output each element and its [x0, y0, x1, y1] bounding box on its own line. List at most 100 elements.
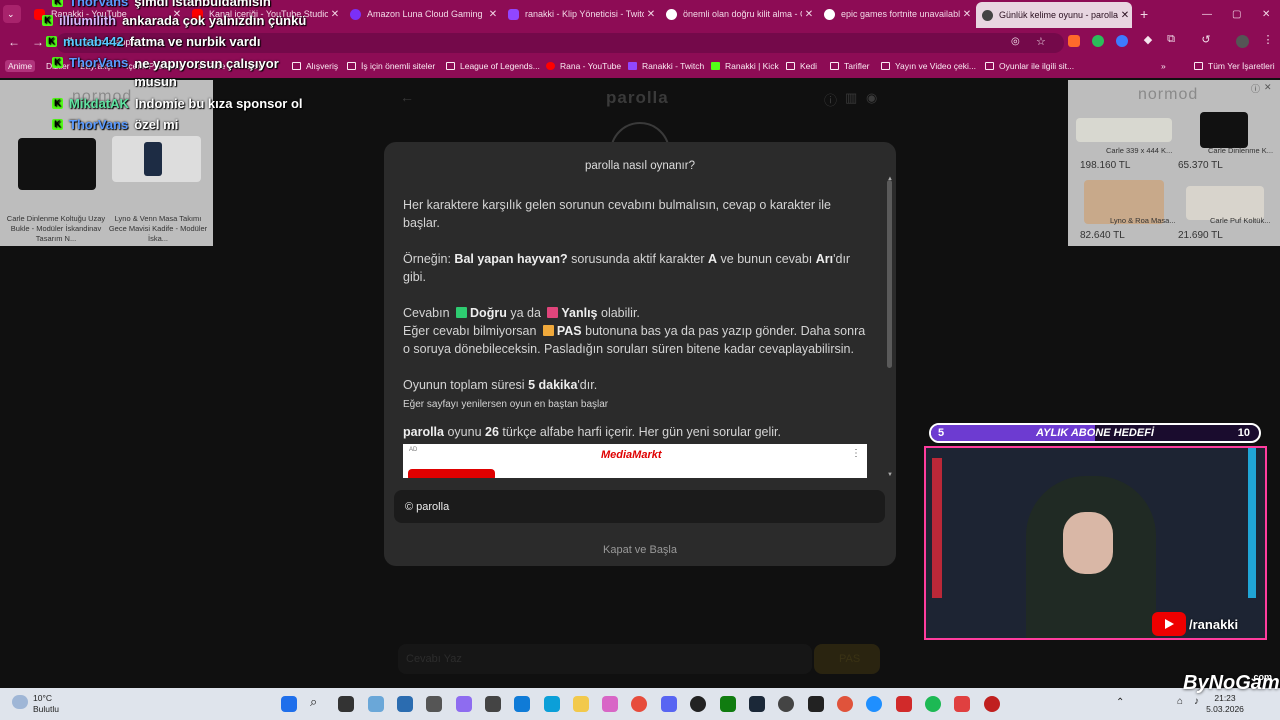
tray-chevron-icon[interactable]: ⌃	[1116, 697, 1124, 708]
stats-icon[interactable]: ▥	[845, 90, 857, 106]
google-icon	[666, 8, 677, 20]
search-icon[interactable]: ⌕	[310, 694, 326, 710]
task-view-icon[interactable]	[338, 696, 354, 712]
extension-icon[interactable]	[1116, 35, 1128, 47]
back-arrow-icon[interactable]: ←	[400, 89, 414, 105]
twitch-icon	[508, 8, 519, 20]
app-icon[interactable]	[602, 696, 618, 712]
bookmark-ranakki-kick[interactable]: Ranakki | Kick	[711, 61, 779, 71]
volume-icon[interactable]: ♪	[1194, 696, 1199, 707]
xbox-icon[interactable]	[720, 696, 736, 712]
chrome-icon[interactable]	[631, 696, 647, 712]
user-icon[interactable]: ◉	[866, 90, 877, 106]
close-window-button[interactable]: ✕	[1256, 3, 1274, 25]
product-name[interactable]: Carle Dinlenme K...	[1208, 146, 1273, 156]
close-icon[interactable]: ✕	[1118, 10, 1132, 21]
pass-button[interactable]: PAS	[814, 644, 880, 674]
app-icon[interactable]	[544, 696, 560, 712]
product-name[interactable]: Carle Dinlenme Koltuğu Uzay Bukle - Modü…	[4, 214, 108, 244]
info-icon[interactable]: ⓘ	[824, 90, 837, 109]
start-icon[interactable]	[281, 696, 297, 712]
minimize-button[interactable]: —	[1196, 3, 1214, 25]
product-name[interactable]: Carle Puf Koltük...	[1210, 216, 1270, 226]
extension-icon[interactable]	[1092, 35, 1104, 47]
bookmark-ranakki-twitch[interactable]: Ranakki - Twitch	[628, 61, 704, 71]
scrollbar[interactable]	[887, 180, 892, 368]
twitch-icon	[628, 62, 637, 70]
neon-light-right	[1248, 448, 1256, 598]
close-icon[interactable]: ✕	[1264, 82, 1272, 93]
bookmark-kedi[interactable]: Kedi	[786, 61, 817, 71]
forward-icon[interactable]: →	[30, 35, 46, 49]
close-and-start-button[interactable]: Kapat ve Başla	[384, 544, 896, 556]
close-icon[interactable]: ✕	[644, 9, 658, 20]
close-icon[interactable]: ✕	[802, 9, 816, 20]
epic-games-icon[interactable]	[808, 696, 824, 712]
close-icon[interactable]: ✕	[960, 9, 974, 20]
bookmark-all[interactable]: Tüm Yer İşaretleri	[1194, 61, 1275, 71]
bookmark-lol[interactable]: League of Legends...	[446, 61, 540, 71]
app-icon[interactable]	[368, 696, 384, 712]
app-icon[interactable]	[485, 696, 501, 712]
app-icon[interactable]	[866, 696, 882, 712]
plus-icon: +	[1140, 6, 1149, 22]
product-name[interactable]: Lyno & Venn Masa Takımı Gece Mavisi Kadi…	[108, 214, 208, 244]
weather-desc[interactable]: Bulutlu	[33, 704, 59, 714]
extension-icon[interactable]	[1068, 35, 1080, 47]
app-icon[interactable]	[896, 696, 912, 712]
bookmark-oyunlar[interactable]: Oyunlar ile ilgili sit...	[985, 61, 1074, 71]
back-icon[interactable]: ←	[6, 35, 22, 49]
app-icon[interactable]	[954, 696, 970, 712]
obs-icon[interactable]	[690, 696, 706, 712]
steam-icon[interactable]	[749, 696, 765, 712]
mediamarkt-ad[interactable]: AD MediaMarkt ⋮	[403, 444, 867, 478]
bookmark-rana-youtube[interactable]: Rana - YouTube	[546, 61, 621, 71]
bookmark-is-icin[interactable]: İş için önemli siteler	[347, 61, 435, 71]
avatar[interactable]	[1236, 35, 1249, 48]
star-icon[interactable]: ☆	[1036, 35, 1046, 48]
network-icon[interactable]: ⌂	[1177, 696, 1183, 707]
tab-search-button[interactable]: ⌄	[3, 5, 21, 23]
extension-icon[interactable]: ◆	[1140, 33, 1156, 46]
app-icon[interactable]	[984, 696, 1000, 712]
tab-twitch-clips[interactable]: ranakki - Klip Yöneticisi - Twitch ✕	[502, 3, 658, 25]
product-name[interactable]: Lyno & Roa Masa...	[1110, 216, 1176, 226]
google-icon	[824, 8, 835, 20]
copilot-icon[interactable]	[456, 696, 472, 712]
more-icon[interactable]: ⋮	[851, 448, 861, 459]
bookmarks-overflow-button[interactable]: »	[1161, 61, 1166, 71]
weather-temp[interactable]: 10°C	[33, 693, 52, 703]
right-ad-banner[interactable]: normod ⓘ ✕ Carle 339 x 444 K... Carle Di…	[1068, 80, 1280, 246]
tab-parolla[interactable]: Günlük kelime oyunu - parolla ✕	[976, 2, 1132, 28]
app-icon[interactable]	[426, 696, 442, 712]
maximize-button[interactable]: ▢	[1226, 3, 1244, 25]
bookmark-yayin[interactable]: Yayın ve Video çeki...	[881, 61, 976, 71]
tab-amazon-luna[interactable]: Amazon Luna Cloud Gaming ✕	[344, 3, 500, 25]
menu-icon[interactable]: ⋮	[1260, 33, 1276, 46]
bookmark-tarifler[interactable]: Tarifler	[830, 61, 870, 71]
product-name[interactable]: Carle 339 x 444 K...	[1106, 146, 1172, 156]
close-icon[interactable]: ✕	[486, 9, 500, 20]
history-icon[interactable]: ↺	[1198, 33, 1214, 46]
weather-icon[interactable]	[12, 695, 28, 709]
answer-input[interactable]: Cevabı Yaz	[398, 644, 812, 674]
scroll-down-icon[interactable]: ▼	[887, 472, 893, 478]
spotify-icon[interactable]	[925, 696, 941, 712]
app-icon[interactable]	[514, 696, 530, 712]
tab-google-search-2[interactable]: epic games fortnite unavailable ✕	[818, 3, 974, 25]
file-explorer-icon[interactable]	[573, 696, 589, 712]
scroll-up-icon[interactable]: ▲	[887, 176, 893, 182]
close-icon[interactable]: ✕	[328, 9, 342, 20]
app-icon[interactable]	[778, 696, 794, 712]
ad-info-icon[interactable]: ⓘ	[1251, 82, 1260, 95]
eye-off-icon[interactable]: ◎	[1011, 36, 1020, 47]
app-icon[interactable]	[397, 696, 413, 712]
clock-date[interactable]: 5.03.2026	[1206, 704, 1244, 714]
discord-icon[interactable]	[661, 696, 677, 712]
new-tab-button[interactable]: +	[1134, 3, 1152, 25]
ad-cta[interactable]	[408, 469, 495, 478]
tab-google-search-1[interactable]: önemli olan doğru kilit alma - Google✕	[660, 3, 816, 25]
bookmark-anime[interactable]: Anime	[5, 60, 36, 72]
puzzle-icon[interactable]: ⧉	[1163, 33, 1179, 46]
app-icon[interactable]	[837, 696, 853, 712]
